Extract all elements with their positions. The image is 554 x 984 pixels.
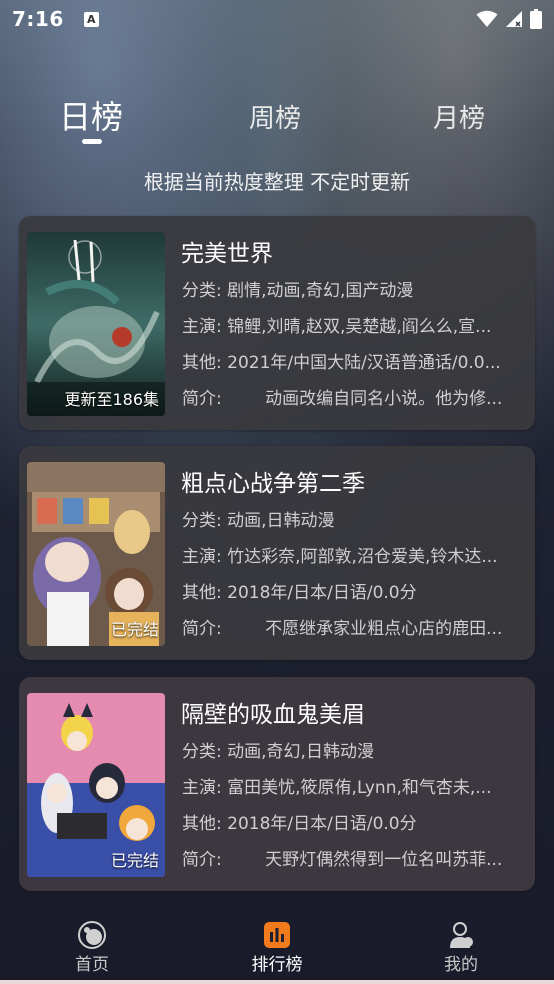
other-row: 其他: 2021年/中国大陆/汉语普通话/0.0... bbox=[182, 348, 528, 373]
nav-home-label: 首页 bbox=[75, 955, 109, 975]
other-label: 其他: bbox=[182, 814, 222, 834]
cast-label: 主演: bbox=[182, 317, 222, 337]
intro-label: 简介: bbox=[182, 619, 222, 639]
anime-title: 完美世界 bbox=[181, 241, 273, 267]
battery-icon bbox=[530, 9, 542, 29]
cast-value: 锦鲤,刘晴,赵双,吴楚越,阎么么,宣... bbox=[227, 317, 492, 337]
bottom-nav: 首页 排行榜 我的 bbox=[0, 912, 554, 984]
status-time: 7:16 bbox=[12, 7, 64, 31]
intro-value: 动画改编自同名小说。他为修... bbox=[265, 389, 503, 409]
category-row: 分类: 剧情,动画,奇幻,国产动漫 bbox=[182, 276, 528, 301]
poster-image: 已完结 bbox=[27, 693, 165, 877]
nav-ranking-label: 排行榜 bbox=[251, 955, 303, 975]
tab-weekly[interactable]: 周榜 bbox=[249, 98, 301, 135]
anime-title: 粗点心战争第二季 bbox=[181, 471, 365, 497]
category-label: 分类: bbox=[182, 511, 222, 531]
app-notification-icon: A bbox=[83, 11, 99, 27]
anime-card[interactable]: 已完结 隔壁的吸血鬼美眉 分类: 动画,奇幻,日韩动漫 主演: 富田美忧,筱原侑… bbox=[19, 677, 535, 891]
intro-row: 简介: 天野灯偶然得到一位名叫苏菲... bbox=[182, 845, 528, 870]
poster-image: 已完结 bbox=[27, 462, 165, 646]
cast-value: 富田美忧,筱原侑,Lynn,和气杏未,... bbox=[227, 778, 492, 798]
nav-home[interactable]: 首页 bbox=[47, 920, 137, 975]
category-value: 动画,日韩动漫 bbox=[227, 511, 335, 531]
category-label: 分类: bbox=[182, 742, 222, 762]
ranking-subtitle: 根据当前热度整理 不定时更新 bbox=[143, 170, 411, 194]
wifi-icon bbox=[476, 10, 498, 27]
category-value: 剧情,动画,奇幻,国产动漫 bbox=[227, 281, 414, 301]
intro-value: 不愿继承家业粗点心店的鹿田... bbox=[265, 619, 503, 639]
anime-card[interactable]: 更新至186集 完美世界 分类: 剧情,动画,奇幻,国产动漫 主演: 锦鲤,刘晴… bbox=[19, 216, 535, 430]
other-value: 2021年/中国大陆/汉语普通话/0.0... bbox=[227, 353, 501, 373]
status-icons bbox=[476, 9, 542, 29]
other-row: 其他: 2018年/日本/日语/0.0分 bbox=[182, 578, 528, 603]
other-label: 其他: bbox=[182, 583, 222, 603]
home-icon bbox=[78, 921, 106, 949]
cast-label: 主演: bbox=[182, 778, 222, 798]
cast-label: 主演: bbox=[182, 547, 222, 567]
episode-badge: 更新至186集 bbox=[64, 390, 159, 409]
tab-active-indicator bbox=[82, 139, 102, 144]
nav-profile-label: 我的 bbox=[444, 955, 478, 975]
cast-row: 主演: 竹达彩奈,阿部敦,沼仓爱美,铃木达... bbox=[182, 542, 528, 567]
nav-ranking[interactable]: 排行榜 bbox=[232, 920, 322, 975]
category-row: 分类: 动画,奇幻,日韩动漫 bbox=[182, 737, 528, 762]
status-badge: 已完结 bbox=[110, 620, 159, 639]
system-home-bar bbox=[0, 980, 554, 984]
tab-monthly[interactable]: 月榜 bbox=[433, 98, 485, 135]
intro-row: 简介: 不愿继承家业粗点心店的鹿田... bbox=[182, 614, 528, 639]
category-value: 动画,奇幻,日韩动漫 bbox=[227, 742, 374, 762]
category-row: 分类: 动画,日韩动漫 bbox=[182, 506, 528, 531]
tab-daily[interactable]: 日榜 bbox=[59, 92, 123, 138]
cast-row: 主演: 富田美忧,筱原侑,Lynn,和气杏未,... bbox=[182, 773, 528, 798]
cast-value: 竹达彩奈,阿部敦,沼仓爱美,铃木达... bbox=[227, 547, 498, 567]
anime-card[interactable]: 已完结 粗点心战争第二季 分类: 动画,日韩动漫 主演: 竹达彩奈,阿部敦,沼仓… bbox=[19, 446, 535, 660]
intro-label: 简介: bbox=[182, 389, 222, 409]
category-label: 分类: bbox=[182, 281, 222, 301]
other-value: 2018年/日本/日语/0.0分 bbox=[227, 814, 417, 834]
poster-image: 更新至186集 bbox=[27, 232, 165, 416]
intro-value: 天野灯偶然得到一位名叫苏菲... bbox=[265, 850, 503, 870]
other-value: 2018年/日本/日语/0.0分 bbox=[227, 583, 417, 603]
cast-row: 主演: 锦鲤,刘晴,赵双,吴楚越,阎么么,宣... bbox=[182, 312, 528, 337]
anime-title: 隔壁的吸血鬼美眉 bbox=[181, 702, 365, 728]
other-row: 其他: 2018年/日本/日语/0.0分 bbox=[182, 809, 528, 834]
signal-icon bbox=[506, 11, 522, 27]
intro-row: 简介: 动画改编自同名小说。他为修... bbox=[182, 384, 528, 409]
ranking-icon bbox=[264, 922, 290, 948]
intro-label: 简介: bbox=[182, 850, 222, 870]
profile-icon bbox=[450, 922, 473, 948]
nav-profile[interactable]: 我的 bbox=[416, 920, 506, 975]
status-badge: 已完结 bbox=[110, 851, 159, 870]
other-label: 其他: bbox=[182, 353, 222, 373]
status-bar: 7:16 A bbox=[0, 0, 554, 38]
